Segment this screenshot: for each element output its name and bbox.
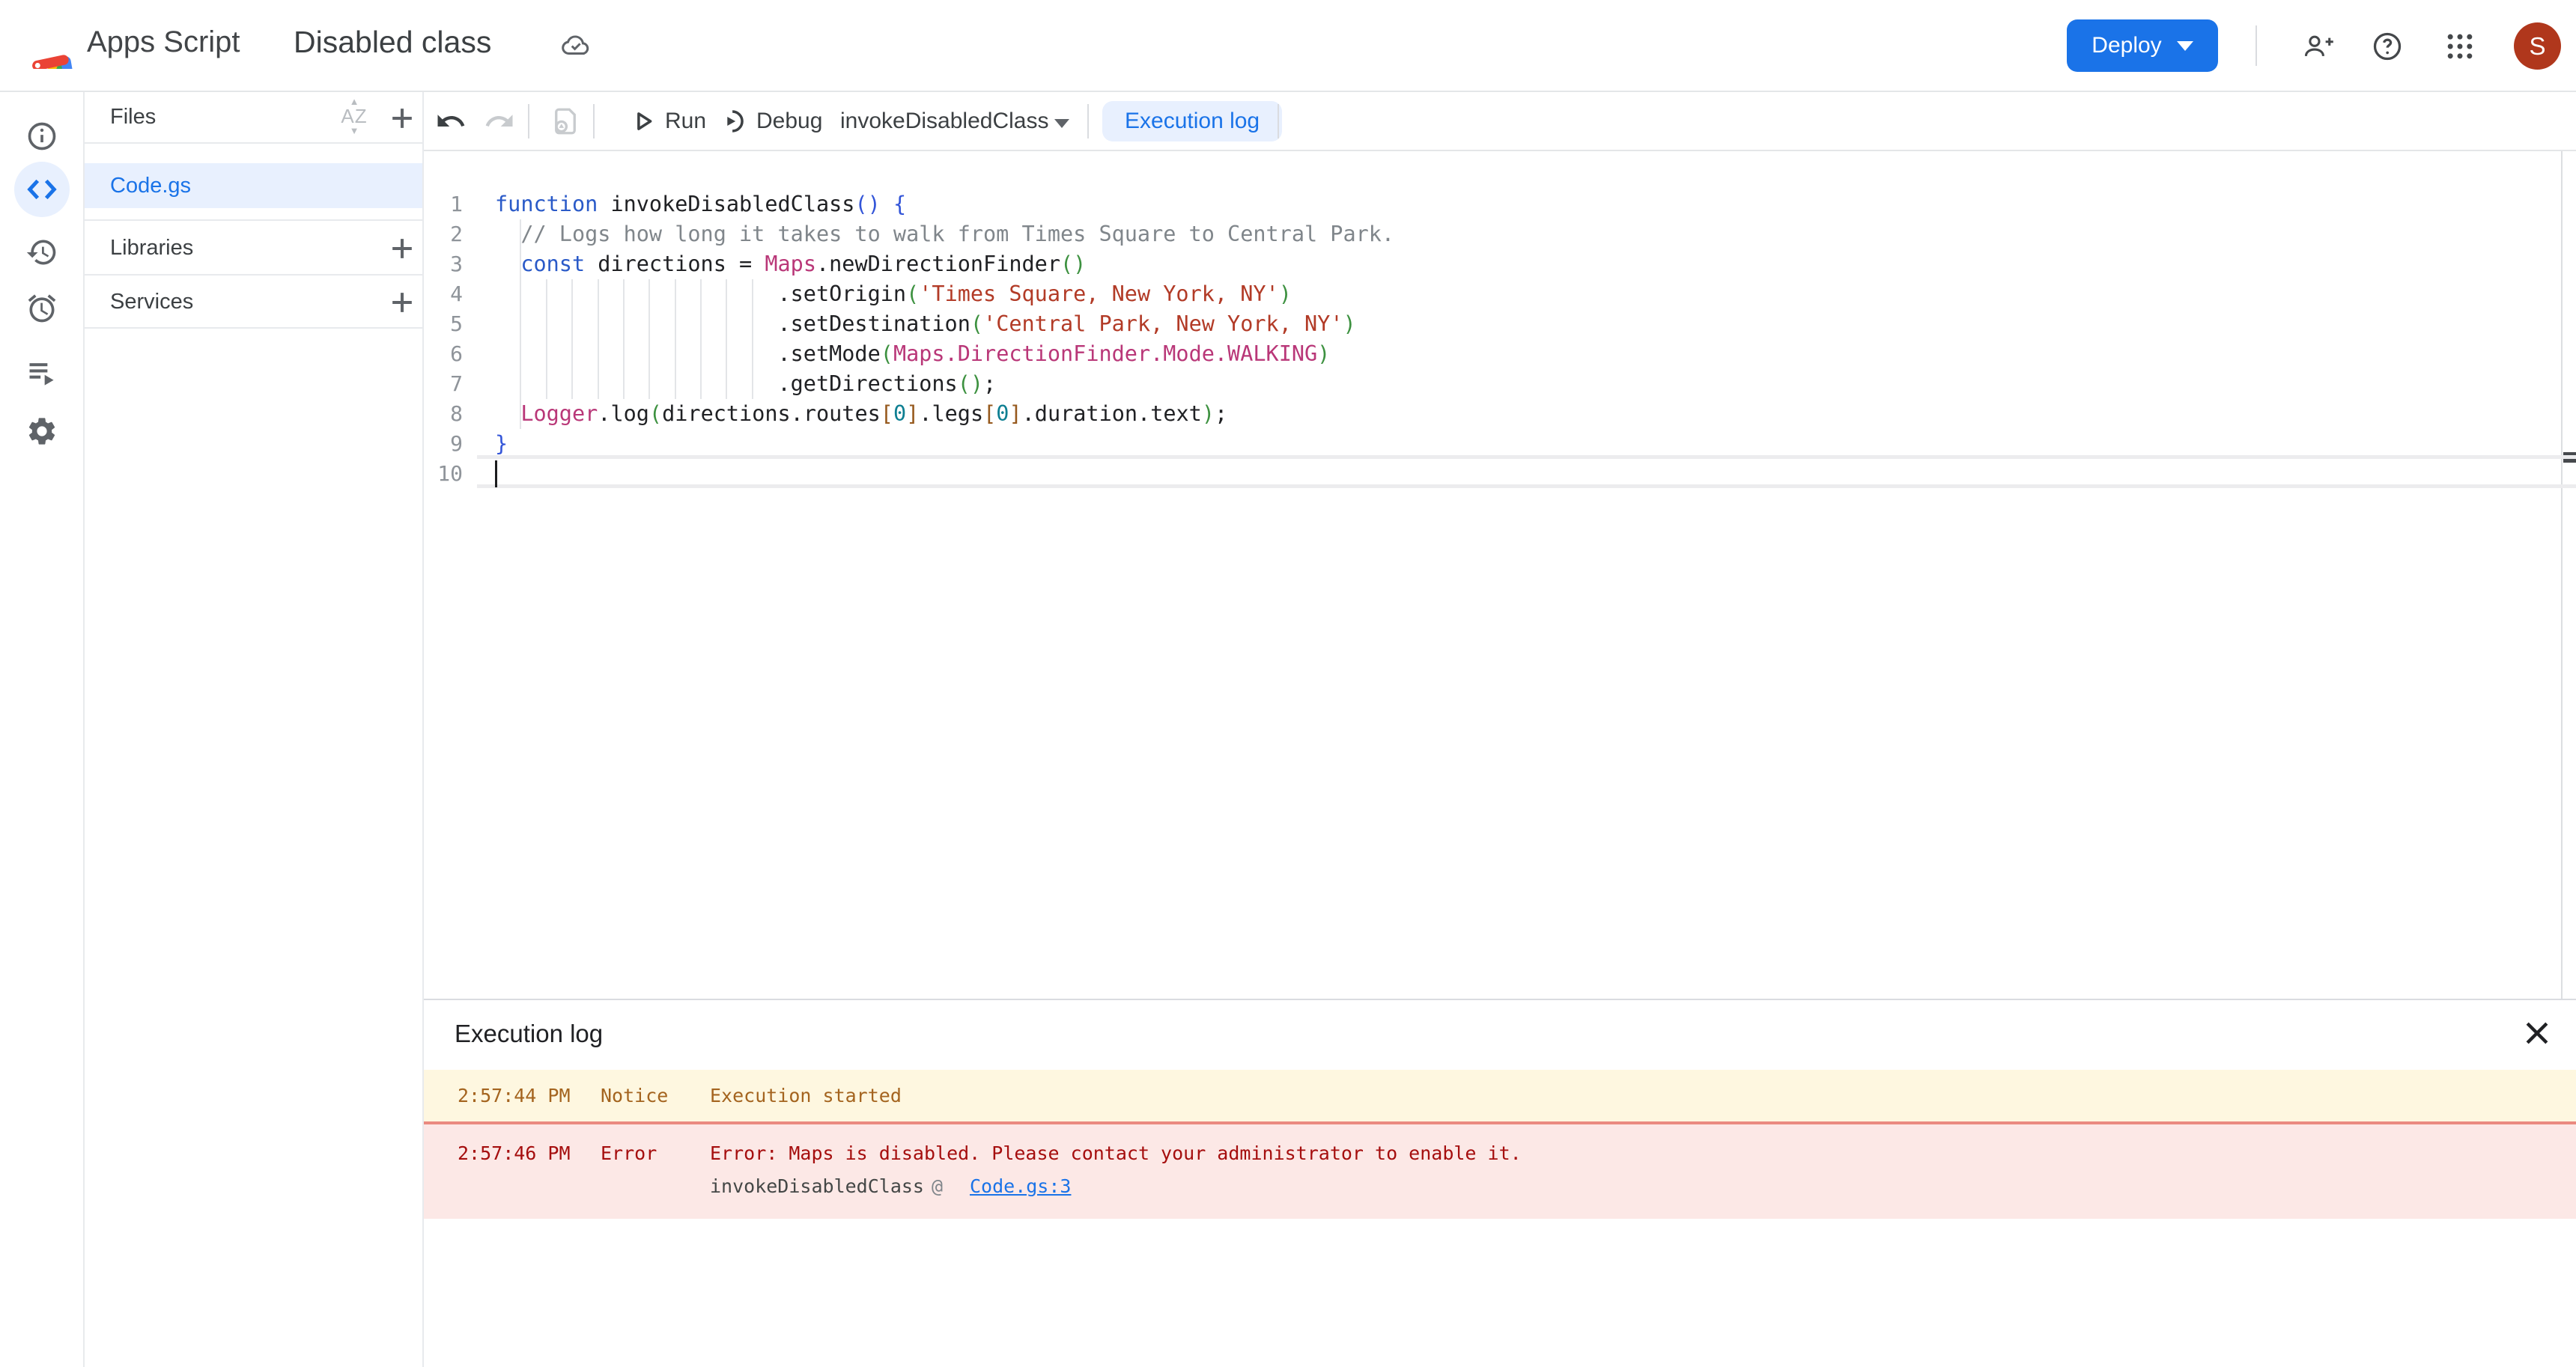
execution-log-title: Execution log	[455, 1020, 603, 1048]
code-editor[interactable]: 1 function invokeDisabledClass() { 2 // Lo…	[424, 151, 2576, 999]
execution-log-toggle-button[interactable]: Execution log	[1102, 101, 1282, 141]
info-icon	[25, 120, 58, 153]
toolbar-divider	[593, 104, 595, 138]
list-play-icon	[25, 356, 58, 389]
log-stack-link[interactable]: Code.gs:3	[970, 1175, 1071, 1197]
execution-log-panel: Execution log 2:57:44 PM Notice Execution …	[424, 999, 2576, 1367]
line-number: 10	[424, 459, 463, 489]
log-time: 2:57:44 PM	[458, 1085, 571, 1106]
gear-icon	[25, 415, 58, 448]
close-icon[interactable]	[2521, 1017, 2554, 1050]
code-icon	[25, 172, 59, 207]
google-apps-grid-icon[interactable]	[2443, 30, 2476, 63]
redo-button[interactable]	[484, 106, 515, 137]
sort-az-icon[interactable]: ▲AZ▼	[332, 97, 377, 140]
log-stack-at: @	[932, 1175, 943, 1197]
add-library-button[interactable]	[386, 232, 419, 265]
services-label: Services	[110, 290, 193, 314]
apps-script-window: Apps Script Disabled class Deploy S	[0, 0, 2576, 1367]
code-line[interactable]: const directions = Maps.newDirectionFind…	[495, 249, 2576, 279]
sidebar-item-overview[interactable]	[14, 109, 70, 164]
debug-button[interactable]: Debug	[756, 109, 822, 134]
line-number: 3	[424, 249, 463, 279]
sidebar-item-settings[interactable]	[14, 404, 70, 459]
undo-button[interactable]	[435, 106, 467, 137]
deploy-button[interactable]: Deploy	[2067, 19, 2218, 72]
file-item-codegs[interactable]: Code.gs	[85, 163, 422, 208]
log-message: Error: Maps is disabled. Please contact …	[710, 1142, 1522, 1164]
files-header-label: Files	[110, 105, 156, 130]
log-type: Notice	[601, 1085, 668, 1106]
function-selector-dropdown[interactable]: invokeDisabledClass	[840, 109, 1048, 134]
files-header: Files ▲AZ▼	[85, 92, 422, 144]
line-number: 9	[424, 429, 463, 459]
log-message: Execution started	[710, 1085, 902, 1106]
code-line[interactable]: // Logs how long it takes to walk from T…	[495, 219, 2576, 249]
line-number: 7	[424, 369, 463, 399]
code-line[interactable]: .getDirections();	[495, 369, 2576, 399]
code-line[interactable]: .setOrigin('Times Square, New York, NY')	[495, 279, 2576, 309]
log-stack-function: invokeDisabledClass	[710, 1175, 924, 1197]
sidebar-item-executions[interactable]	[14, 225, 70, 280]
sidebar-item-editor[interactable]	[14, 162, 70, 217]
apps-script-logo-icon[interactable]	[25, 21, 78, 69]
line-number: 2	[424, 219, 463, 249]
history-icon	[25, 236, 58, 269]
text-cursor	[495, 460, 497, 487]
deploy-caret-icon	[2177, 41, 2193, 51]
toolbar-divider	[1087, 104, 1089, 138]
log-entry-notice: 2:57:44 PM Notice Execution started	[424, 1070, 2576, 1121]
app-name: Apps Script	[87, 25, 240, 59]
code-line[interactable]: .setDestination('Central Park, New York,…	[495, 309, 2576, 339]
line-number: 6	[424, 339, 463, 369]
code-line[interactable]: function invokeDisabledClass() {	[495, 189, 2576, 219]
line-number: 5	[424, 309, 463, 339]
left-navigation-rail	[0, 92, 85, 1367]
toolbar-divider	[528, 104, 529, 138]
editor-toolbar: Run Debug invokeDisabledClass Execution …	[424, 92, 2576, 151]
help-icon[interactable]	[2371, 30, 2404, 63]
toolbar-divider	[1278, 104, 1279, 138]
code-line[interactable]: .setMode(Maps.DirectionFinder.Mode.WALKI…	[495, 339, 2576, 369]
line-number: 4	[424, 279, 463, 309]
avatar-letter: S	[2529, 32, 2545, 61]
top-header: Apps Script Disabled class Deploy S	[0, 0, 2576, 92]
line-number: 8	[424, 399, 463, 429]
libraries-section: Libraries	[85, 221, 422, 275]
code-line[interactable]: }	[495, 429, 2576, 459]
header-divider	[2255, 25, 2257, 66]
log-time: 2:57:46 PM	[458, 1142, 571, 1164]
alarm-clock-icon	[25, 292, 58, 325]
file-item-label: Code.gs	[110, 174, 191, 198]
run-icon[interactable]	[628, 106, 659, 137]
services-section: Services	[85, 275, 422, 329]
share-add-person-icon[interactable]	[2302, 30, 2335, 63]
save-project-button[interactable]	[550, 106, 581, 137]
log-entry-error: 2:57:46 PM Error Error: Maps is disabled. …	[424, 1121, 2576, 1219]
deploy-label: Deploy	[2092, 33, 2161, 58]
account-avatar[interactable]: S	[2514, 22, 2561, 70]
function-selector-caret-icon	[1054, 119, 1069, 128]
run-button[interactable]: Run	[665, 109, 706, 134]
project-title[interactable]: Disabled class	[294, 25, 491, 60]
files-panel: Files ▲AZ▼ Code.gs Libraries Services	[85, 92, 424, 1367]
debug-icon[interactable]	[717, 106, 749, 137]
current-line-highlight-bottom	[477, 484, 2576, 488]
log-type: Error	[601, 1142, 657, 1164]
line-number: 1	[424, 189, 463, 219]
add-file-button[interactable]	[386, 102, 419, 135]
saved-to-drive-icon	[560, 30, 592, 61]
execution-log-toggle-label: Execution log	[1125, 109, 1260, 134]
add-service-button[interactable]	[386, 286, 419, 319]
code-line[interactable]: Logger.log(directions.routes[0].legs[0].…	[495, 399, 2576, 429]
sidebar-item-executions-list[interactable]	[14, 345, 70, 401]
libraries-label: Libraries	[110, 236, 193, 261]
sidebar-item-triggers[interactable]	[14, 281, 70, 336]
